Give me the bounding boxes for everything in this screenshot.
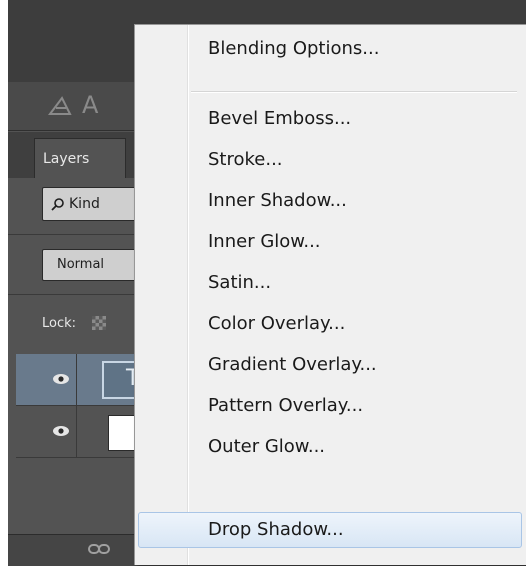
menu-item-inner-shadow[interactable]: Inner Shadow... [138,183,522,216]
menu-item-inner-glow[interactable]: Inner Glow... [138,224,522,257]
type-tool-letter[interactable]: A [82,91,98,119]
lock-label: Lock: [42,316,77,331]
menu-item-blending-options[interactable]: Blending Options... [138,31,522,64]
menu-separator [191,91,517,93]
eye-icon[interactable] [52,425,70,437]
lock-transparent-pixels-icon[interactable] [92,316,106,330]
menu-item-satin[interactable]: Satin... [138,265,522,298]
search-icon [51,198,64,211]
menu-item-color-overlay[interactable]: Color Overlay... [138,306,522,339]
menu-item-outer-glow[interactable]: Outer Glow... [138,429,522,462]
menu-item-pattern-overlay[interactable]: Pattern Overlay... [138,388,522,421]
eye-icon[interactable] [52,373,70,385]
pen-tool-icon[interactable] [48,96,72,116]
layer-style-context-menu: Blending Options... Bevel Emboss... Stro… [134,24,526,565]
link-layers-icon[interactable] [88,542,110,556]
menu-item-drop-shadow[interactable]: Drop Shadow... [138,512,522,548]
menu-item-bevel-emboss[interactable]: Bevel Emboss... [138,101,522,134]
kind-label: Kind [69,196,100,212]
menu-item-gradient-overlay[interactable]: Gradient Overlay... [138,347,522,380]
tab-layers[interactable]: Layers [34,138,126,178]
menu-item-stroke[interactable]: Stroke... [138,142,522,175]
